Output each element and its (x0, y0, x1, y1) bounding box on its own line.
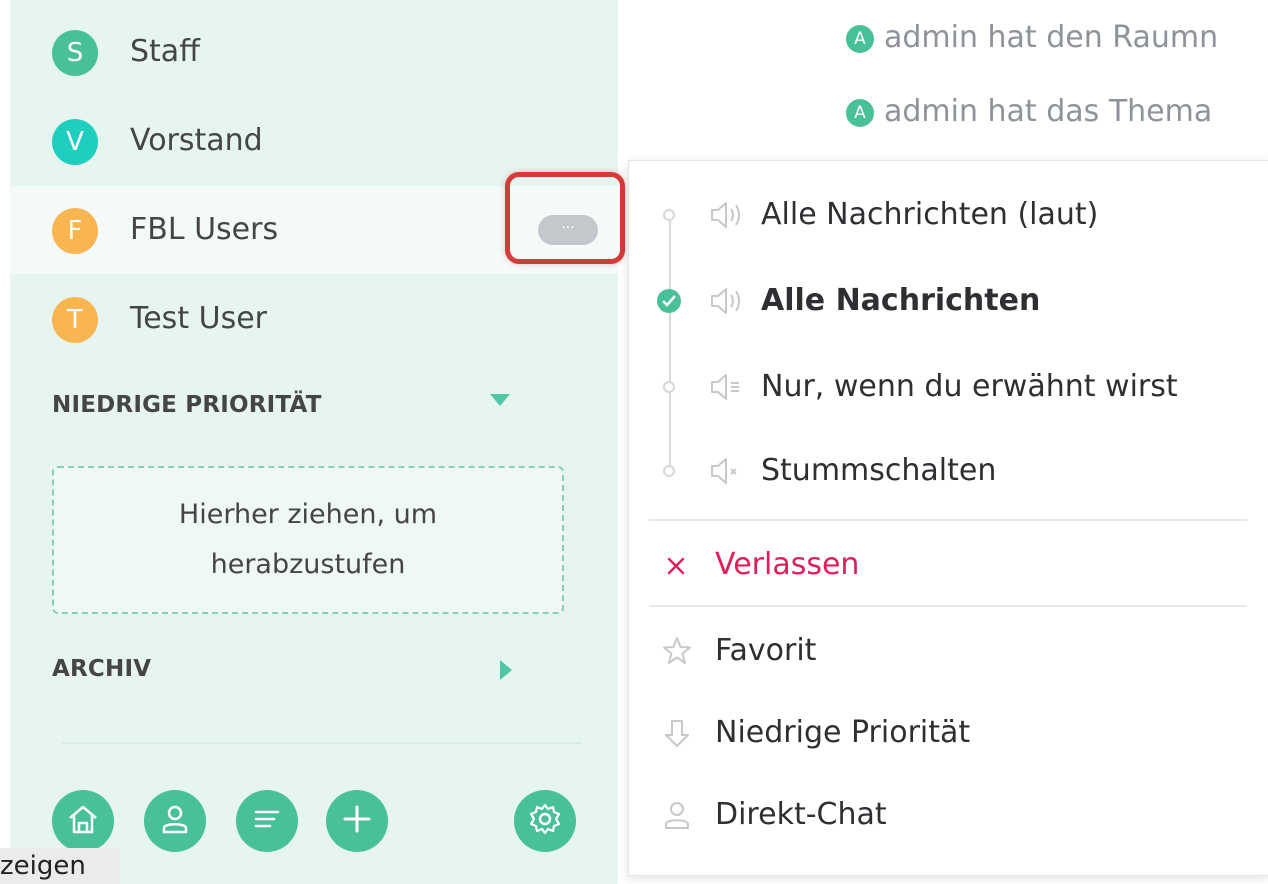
room-context-menu: Alle Nachrichten (laut) Alle Nachrichten… (628, 160, 1268, 876)
star-icon (659, 633, 695, 673)
room-name: Test User (130, 301, 267, 336)
radio-dot (663, 465, 675, 477)
room-sidebar: S Staff V Vorstand F FBL Users T Test Us… (10, 0, 618, 884)
room-name: Vorstand (130, 123, 263, 158)
archive-header[interactable]: ARCHIV (52, 656, 151, 682)
selected-check (657, 289, 681, 313)
low-priority-item[interactable]: Niedrige Priorität (629, 693, 1268, 773)
notif-option-label: Nur, wenn du erwähnt wirst (761, 369, 1178, 404)
plus-icon (340, 802, 374, 840)
radio-dot (663, 209, 675, 221)
room-item-test-user[interactable]: T Test User (10, 275, 618, 363)
room-avatar: T (52, 297, 98, 343)
event-text: admin hat das Thema (884, 94, 1213, 129)
low-priority-label: Niedrige Priorität (715, 715, 971, 750)
room-name: Staff (130, 34, 200, 69)
room-avatar: V (52, 119, 98, 165)
radio-dot (663, 381, 675, 393)
close-icon (659, 547, 695, 587)
timeline-event: Aadmin hat das Thema (846, 94, 1212, 129)
leave-label: Verlassen (715, 547, 860, 582)
room-item-staff[interactable]: S Staff (10, 8, 618, 96)
room-avatar: S (52, 30, 98, 76)
notif-option-mute[interactable]: Stummschalten (629, 431, 1268, 511)
notif-option-all-loud[interactable]: Alle Nachrichten (laut) (629, 175, 1268, 255)
user-icon (158, 802, 192, 840)
sidebar-divider (62, 742, 582, 744)
event-text: admin hat den Raumn (884, 20, 1219, 55)
expand-triangle-icon[interactable] (500, 660, 512, 680)
gear-icon (527, 801, 563, 841)
person-icon (659, 797, 695, 837)
speaker-mute-icon (709, 455, 747, 491)
event-avatar: A (846, 99, 874, 127)
notif-option-all[interactable]: Alle Nachrichten (629, 261, 1268, 341)
list-icon (250, 802, 284, 840)
create-room-button[interactable] (326, 790, 388, 852)
low-priority-header[interactable]: NIEDRIGE PRIORITÄT (52, 392, 322, 418)
speaker-icon (709, 285, 747, 321)
notif-option-mentions[interactable]: Nur, wenn du erwähnt wirst (629, 347, 1268, 427)
timeline-event: Aadmin hat den Raumn (846, 20, 1218, 55)
menu-separator (649, 605, 1247, 607)
speaker-mention-icon (709, 371, 747, 407)
start-chat-button[interactable] (144, 790, 206, 852)
room-directory-button[interactable] (236, 790, 298, 852)
notif-option-label: Alle Nachrichten (761, 283, 1041, 318)
low-priority-icon (659, 715, 695, 755)
tooltip-label: zeigen (0, 848, 120, 884)
demote-dropzone: Hierher ziehen, um herabzustufen (52, 466, 564, 614)
collapse-triangle-icon[interactable] (490, 394, 510, 406)
leave-room-item[interactable]: Verlassen (629, 525, 1268, 605)
dropzone-text: Hierher ziehen, um herabzustufen (178, 499, 438, 580)
notif-option-label: Alle Nachrichten (laut) (761, 197, 1099, 232)
direct-chat-item[interactable]: Direkt-Chat (629, 775, 1268, 855)
menu-separator (649, 519, 1247, 521)
home-icon (66, 802, 100, 840)
event-avatar: A (846, 25, 874, 53)
notif-option-label: Stummschalten (761, 453, 997, 488)
speaker-loud-icon (709, 199, 747, 235)
home-button[interactable] (52, 790, 114, 852)
favorite-label: Favorit (715, 633, 817, 668)
room-avatar: F (52, 208, 98, 254)
settings-button[interactable] (514, 790, 576, 852)
favorite-item[interactable]: Favorit (629, 611, 1268, 691)
highlight-box (505, 172, 625, 264)
direct-chat-label: Direkt-Chat (715, 797, 887, 832)
room-name: FBL Users (130, 212, 279, 247)
